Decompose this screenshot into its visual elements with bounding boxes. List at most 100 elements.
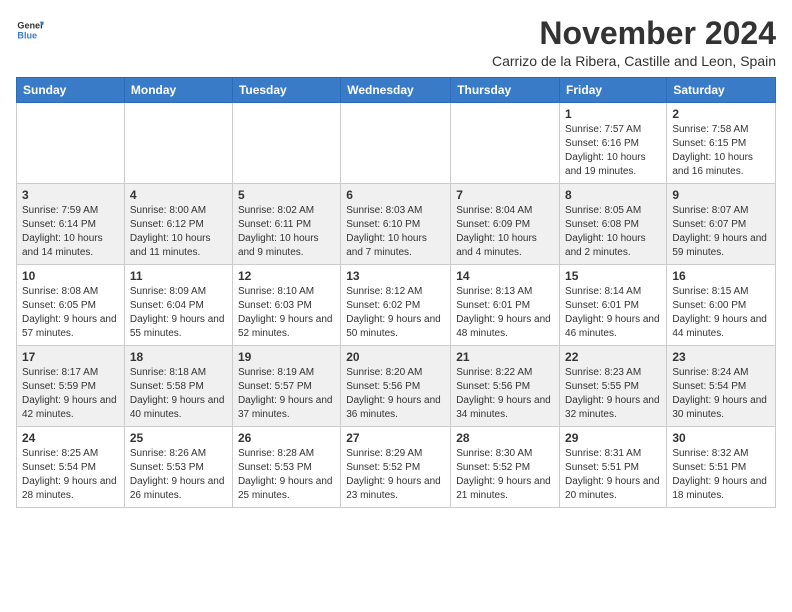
calendar-cell: 4 Sunrise: 8:00 AM Sunset: 6:12 PM Daylig… bbox=[124, 184, 232, 265]
location-title: Carrizo de la Ribera, Castille and Leon,… bbox=[492, 53, 776, 69]
calendar-cell: 5 Sunrise: 8:02 AM Sunset: 6:11 PM Daylig… bbox=[232, 184, 340, 265]
calendar-cell bbox=[124, 103, 232, 184]
calendar-cell: 10 Sunrise: 8:08 AM Sunset: 6:05 PM Dayli… bbox=[17, 265, 125, 346]
weekday-header-monday: Monday bbox=[124, 78, 232, 103]
day-number: 25 bbox=[130, 431, 227, 445]
generalblue-icon: General Blue bbox=[16, 16, 44, 44]
day-number: 7 bbox=[456, 188, 554, 202]
day-number: 16 bbox=[672, 269, 770, 283]
calendar-cell: 12 Sunrise: 8:10 AM Sunset: 6:03 PM Dayli… bbox=[232, 265, 340, 346]
calendar-cell: 1 Sunrise: 7:57 AM Sunset: 6:16 PM Daylig… bbox=[560, 103, 667, 184]
day-info: Sunrise: 8:09 AM Sunset: 6:04 PM Dayligh… bbox=[130, 285, 227, 341]
weekday-header-sunday: Sunday bbox=[17, 78, 125, 103]
day-info: Sunrise: 8:23 AM Sunset: 5:55 PM Dayligh… bbox=[565, 366, 661, 422]
header: General Blue General Blue November 2024 … bbox=[16, 16, 776, 69]
weekday-header-thursday: Thursday bbox=[451, 78, 560, 103]
calendar-row: 1 Sunrise: 7:57 AM Sunset: 6:16 PM Daylig… bbox=[17, 103, 776, 184]
day-number: 11 bbox=[130, 269, 227, 283]
calendar-cell bbox=[341, 103, 451, 184]
day-number: 1 bbox=[565, 107, 661, 121]
day-number: 2 bbox=[672, 107, 770, 121]
day-number: 18 bbox=[130, 350, 227, 364]
day-info: Sunrise: 8:05 AM Sunset: 6:08 PM Dayligh… bbox=[565, 204, 661, 260]
day-number: 9 bbox=[672, 188, 770, 202]
day-number: 15 bbox=[565, 269, 661, 283]
day-info: Sunrise: 8:04 AM Sunset: 6:09 PM Dayligh… bbox=[456, 204, 554, 260]
day-number: 4 bbox=[130, 188, 227, 202]
calendar-row: 24Sunrise: 8:25 AM Sunset: 5:54 PM Dayli… bbox=[17, 427, 776, 508]
day-info: Sunrise: 8:02 AM Sunset: 6:11 PM Dayligh… bbox=[238, 204, 335, 260]
day-info: Sunrise: 8:10 AM Sunset: 6:03 PM Dayligh… bbox=[238, 285, 335, 341]
day-info: Sunrise: 8:24 AM Sunset: 5:54 PM Dayligh… bbox=[672, 366, 770, 422]
calendar-cell: 25 Sunrise: 8:26 AM Sunset: 5:53 PM Dayli… bbox=[124, 427, 232, 508]
day-info: Sunrise: 8:03 AM Sunset: 6:10 PM Dayligh… bbox=[346, 204, 445, 260]
calendar-cell: 19Sunrise: 8:19 AM Sunset: 5:57 PM Dayli… bbox=[232, 346, 340, 427]
calendar-row: 3Sunrise: 7:59 AM Sunset: 6:14 PM Daylig… bbox=[17, 184, 776, 265]
day-number: 28 bbox=[456, 431, 554, 445]
day-number: 23 bbox=[672, 350, 770, 364]
calendar-cell: 30 Sunrise: 8:32 AM Sunset: 5:51 PM Dayli… bbox=[667, 427, 776, 508]
calendar-cell: 16 Sunrise: 8:15 AM Sunset: 6:00 PM Dayli… bbox=[667, 265, 776, 346]
calendar-cell: 17 Sunrise: 8:17 AM Sunset: 5:59 PM Dayli… bbox=[17, 346, 125, 427]
day-number: 5 bbox=[238, 188, 335, 202]
weekday-header-row: SundayMondayTuesdayWednesdayThursdayFrid… bbox=[17, 78, 776, 103]
day-number: 3 bbox=[22, 188, 119, 202]
day-number: 26 bbox=[238, 431, 335, 445]
day-number: 27 bbox=[346, 431, 445, 445]
day-info: Sunrise: 8:07 AM Sunset: 6:07 PM Dayligh… bbox=[672, 204, 770, 260]
calendar-row: 10 Sunrise: 8:08 AM Sunset: 6:05 PM Dayli… bbox=[17, 265, 776, 346]
day-info: Sunrise: 8:32 AM Sunset: 5:51 PM Dayligh… bbox=[672, 447, 770, 503]
day-info: Sunrise: 8:20 AM Sunset: 5:56 PM Dayligh… bbox=[346, 366, 445, 422]
day-info: Sunrise: 8:26 AM Sunset: 5:53 PM Dayligh… bbox=[130, 447, 227, 503]
calendar-cell: 27 Sunrise: 8:29 AM Sunset: 5:52 PM Dayli… bbox=[341, 427, 451, 508]
calendar-cell: 21 Sunrise: 8:22 AM Sunset: 5:56 PM Dayli… bbox=[451, 346, 560, 427]
calendar-cell: 7 Sunrise: 8:04 AM Sunset: 6:09 PM Daylig… bbox=[451, 184, 560, 265]
day-info: Sunrise: 8:31 AM Sunset: 5:51 PM Dayligh… bbox=[565, 447, 661, 503]
day-info: Sunrise: 8:00 AM Sunset: 6:12 PM Dayligh… bbox=[130, 204, 227, 260]
calendar-cell: 8Sunrise: 8:05 AM Sunset: 6:08 PM Daylig… bbox=[560, 184, 667, 265]
day-number: 12 bbox=[238, 269, 335, 283]
calendar-cell: 15 Sunrise: 8:14 AM Sunset: 6:01 PM Dayli… bbox=[560, 265, 667, 346]
day-info: Sunrise: 8:15 AM Sunset: 6:00 PM Dayligh… bbox=[672, 285, 770, 341]
month-title: November 2024 bbox=[492, 16, 776, 51]
title-block: November 2024 Carrizo de la Ribera, Cast… bbox=[492, 16, 776, 69]
day-info: Sunrise: 8:14 AM Sunset: 6:01 PM Dayligh… bbox=[565, 285, 661, 341]
calendar-cell bbox=[232, 103, 340, 184]
calendar-cell: 3Sunrise: 7:59 AM Sunset: 6:14 PM Daylig… bbox=[17, 184, 125, 265]
logo: General Blue General Blue bbox=[16, 16, 44, 44]
day-info: Sunrise: 7:58 AM Sunset: 6:15 PM Dayligh… bbox=[672, 123, 770, 179]
weekday-header-tuesday: Tuesday bbox=[232, 78, 340, 103]
calendar-cell bbox=[17, 103, 125, 184]
day-info: Sunrise: 8:18 AM Sunset: 5:58 PM Dayligh… bbox=[130, 366, 227, 422]
day-info: Sunrise: 7:57 AM Sunset: 6:16 PM Dayligh… bbox=[565, 123, 661, 179]
svg-text:General: General bbox=[17, 21, 44, 31]
day-info: Sunrise: 8:17 AM Sunset: 5:59 PM Dayligh… bbox=[22, 366, 119, 422]
day-info: Sunrise: 8:30 AM Sunset: 5:52 PM Dayligh… bbox=[456, 447, 554, 503]
day-info: Sunrise: 8:08 AM Sunset: 6:05 PM Dayligh… bbox=[22, 285, 119, 341]
calendar-cell: 23 Sunrise: 8:24 AM Sunset: 5:54 PM Dayli… bbox=[667, 346, 776, 427]
day-info: Sunrise: 8:29 AM Sunset: 5:52 PM Dayligh… bbox=[346, 447, 445, 503]
calendar-cell: 6 Sunrise: 8:03 AM Sunset: 6:10 PM Daylig… bbox=[341, 184, 451, 265]
calendar-cell: 20Sunrise: 8:20 AM Sunset: 5:56 PM Dayli… bbox=[341, 346, 451, 427]
day-info: Sunrise: 8:28 AM Sunset: 5:53 PM Dayligh… bbox=[238, 447, 335, 503]
calendar-cell: 18 Sunrise: 8:18 AM Sunset: 5:58 PM Dayli… bbox=[124, 346, 232, 427]
day-number: 6 bbox=[346, 188, 445, 202]
calendar-cell: 14Sunrise: 8:13 AM Sunset: 6:01 PM Dayli… bbox=[451, 265, 560, 346]
day-info: Sunrise: 8:19 AM Sunset: 5:57 PM Dayligh… bbox=[238, 366, 335, 422]
calendar-row: 17 Sunrise: 8:17 AM Sunset: 5:59 PM Dayli… bbox=[17, 346, 776, 427]
day-info: Sunrise: 8:12 AM Sunset: 6:02 PM Dayligh… bbox=[346, 285, 445, 341]
day-number: 17 bbox=[22, 350, 119, 364]
day-number: 14 bbox=[456, 269, 554, 283]
day-number: 22 bbox=[565, 350, 661, 364]
calendar-cell: 26 Sunrise: 8:28 AM Sunset: 5:53 PM Dayli… bbox=[232, 427, 340, 508]
calendar-table: SundayMondayTuesdayWednesdayThursdayFrid… bbox=[16, 77, 776, 508]
calendar-cell: 22 Sunrise: 8:23 AM Sunset: 5:55 PM Dayli… bbox=[560, 346, 667, 427]
day-number: 30 bbox=[672, 431, 770, 445]
day-number: 10 bbox=[22, 269, 119, 283]
day-info: Sunrise: 8:22 AM Sunset: 5:56 PM Dayligh… bbox=[456, 366, 554, 422]
day-info: Sunrise: 8:25 AM Sunset: 5:54 PM Dayligh… bbox=[22, 447, 119, 503]
weekday-header-saturday: Saturday bbox=[667, 78, 776, 103]
day-number: 21 bbox=[456, 350, 554, 364]
calendar-cell: 13Sunrise: 8:12 AM Sunset: 6:02 PM Dayli… bbox=[341, 265, 451, 346]
calendar-cell: 11 Sunrise: 8:09 AM Sunset: 6:04 PM Dayli… bbox=[124, 265, 232, 346]
